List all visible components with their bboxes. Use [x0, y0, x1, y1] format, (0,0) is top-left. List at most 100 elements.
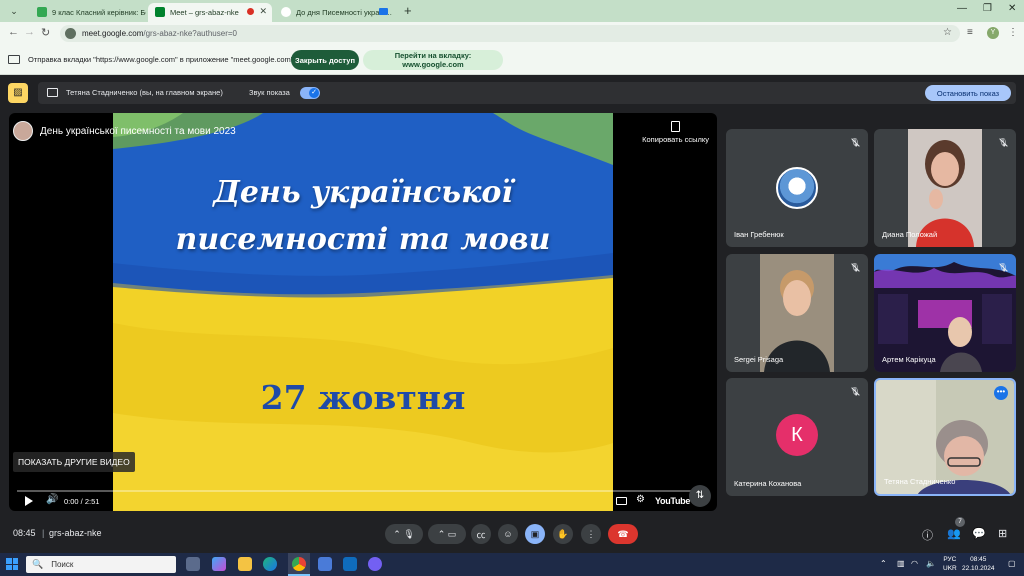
- video-progress-bar[interactable]: [17, 490, 697, 492]
- browser-tab[interactable]: 9 клас Класний керівник: Бойч...: [30, 3, 146, 22]
- participant-avatar: [776, 167, 818, 209]
- volume-icon[interactable]: 🔊: [46, 494, 58, 505]
- media-controls-icon[interactable]: ≡: [967, 27, 973, 38]
- lang-top: РУС: [943, 556, 957, 563]
- participant-tile[interactable]: 🎙 К Катерина Коханова: [726, 378, 868, 496]
- minimize-icon[interactable]: —: [957, 3, 967, 14]
- subtitles-icon[interactable]: [616, 497, 627, 505]
- participant-name: Іван Гребенюк: [734, 230, 784, 239]
- back-icon[interactable]: ←: [8, 26, 19, 38]
- participant-tile[interactable]: 🎙 Sergei Prisaga: [726, 254, 868, 372]
- captions-button[interactable]: ㏄: [471, 524, 491, 544]
- participant-tile[interactable]: 🎙 Артем Карікуца: [874, 254, 1016, 372]
- tray-chevron-icon[interactable]: ⌃: [880, 559, 887, 568]
- chrome-icon[interactable]: [292, 557, 306, 571]
- url-path: /grs-abaz-nke?authuser=0: [143, 29, 237, 38]
- participant-tile-self[interactable]: ••• Тетяна Стадниченко: [874, 378, 1016, 496]
- video-title[interactable]: День української писемності та мови 2023: [40, 126, 236, 137]
- activities-icon[interactable]: ⊞: [998, 527, 1007, 540]
- people-icon[interactable]: 👥: [947, 527, 961, 540]
- chevron-up-icon: ⌃: [393, 528, 401, 539]
- classroom-favicon-icon: [37, 7, 47, 17]
- network-icon[interactable]: ▥: [897, 559, 905, 568]
- language-indicator[interactable]: РУС UKR: [943, 555, 957, 573]
- sound-label: Звук показа: [249, 88, 290, 97]
- new-tab-icon[interactable]: +: [404, 3, 412, 18]
- present-button[interactable]: ▣: [525, 524, 545, 544]
- play-icon[interactable]: [25, 496, 33, 506]
- sound-toggle[interactable]: ✓: [300, 87, 320, 99]
- file-explorer-icon[interactable]: [238, 557, 252, 571]
- settings-gear-icon[interactable]: ⚙: [636, 494, 645, 505]
- mic-icon: 🎙: [403, 528, 415, 539]
- meeting-clock: 08:45: [13, 528, 36, 538]
- browser-tab[interactable]: До дня Писемності україн...: [274, 3, 394, 22]
- chat-icon[interactable]: 💬: [972, 527, 986, 540]
- viber-icon[interactable]: [368, 557, 382, 571]
- site-info-icon[interactable]: [65, 28, 76, 39]
- bookmark-star-icon[interactable]: ☆: [943, 27, 952, 38]
- banner-line-1: День української: [213, 175, 513, 210]
- stop-access-button[interactable]: Закрыть доступ: [291, 50, 359, 70]
- meeting-control-bar: 08:45 | grs-abaz-nke ⌃ 🎙 ⌃ ▭ ㏄ ☺ ▣ ✋ ⋮ ☎…: [0, 515, 1024, 553]
- mic-button[interactable]: ⌃ 🎙: [385, 524, 423, 544]
- copy-icon: [671, 121, 681, 132]
- mic-off-icon: 🎙: [998, 263, 1009, 272]
- info-icon[interactable]: ⓘ: [922, 527, 933, 543]
- task-view-icon[interactable]: [186, 557, 200, 571]
- google-favicon-icon: [281, 7, 291, 17]
- end-call-button[interactable]: ☎: [608, 524, 638, 544]
- close-window-icon[interactable]: ✕: [1008, 3, 1016, 14]
- edge-icon[interactable]: [263, 557, 277, 571]
- copilot-icon[interactable]: [212, 557, 226, 571]
- sharing-message: Отправка вкладки "https://www.google.com…: [28, 55, 300, 64]
- reload-icon[interactable]: ↻: [41, 26, 50, 39]
- banner-title: День української писемності та мови: [113, 169, 613, 263]
- search-icon: 🔍: [32, 559, 44, 569]
- end-call-icon: ☎: [617, 528, 629, 539]
- menu-icon[interactable]: ⋮: [1008, 27, 1018, 38]
- captions-icon: ㏄: [476, 529, 486, 540]
- url-field[interactable]: meet.google.com/grs-abaz-nke?authuser=0 …: [60, 25, 960, 42]
- presenter-bar: ▨ Тетяна Стадниченко (вы, на главном экр…: [0, 78, 1024, 108]
- tab-search-icon[interactable]: ⌄: [6, 4, 22, 18]
- banner-date: 27 жовтня: [260, 378, 466, 417]
- stop-presenting-button[interactable]: Остановить показ: [925, 85, 1011, 101]
- raise-hand-button[interactable]: ✋: [553, 524, 573, 544]
- participant-tile[interactable]: 🎙 Іван Гребенюк: [726, 129, 868, 247]
- tab-sharing-infobar: Отправка вкладки "https://www.google.com…: [0, 45, 1024, 75]
- profile-avatar[interactable]: Y: [987, 27, 999, 39]
- copy-link-button[interactable]: Копировать ссылку: [642, 121, 709, 144]
- more-videos-button[interactable]: ПОКАЗАТЬ ДРУГИЕ ВИДЕО: [13, 452, 135, 472]
- tab-title: 9 клас Класний керівник: Бойч...: [52, 8, 146, 17]
- outlook-icon[interactable]: [343, 557, 357, 571]
- taskbar-search-box[interactable]: 🔍 Поиск: [26, 556, 176, 573]
- camera-button[interactable]: ⌃ ▭: [428, 524, 466, 544]
- youtube-logo[interactable]: YouTube: [655, 496, 690, 506]
- swap-layout-icon[interactable]: ⇅: [689, 485, 711, 507]
- shared-video[interactable]: День української писемності та мови 2023…: [9, 113, 717, 511]
- forward-icon[interactable]: →: [24, 26, 35, 38]
- more-options-button[interactable]: ⋮: [581, 524, 601, 544]
- emoji-button[interactable]: ☺: [498, 524, 518, 544]
- mic-off-icon: 🎙: [998, 138, 1009, 147]
- more-options-icon[interactable]: •••: [994, 386, 1008, 400]
- goto-tab-button[interactable]: Перейти на вкладку: www.google.com: [363, 50, 503, 70]
- restore-icon[interactable]: ❐: [983, 3, 992, 14]
- channel-avatar[interactable]: [13, 121, 33, 141]
- wifi-icon[interactable]: ◠: [911, 559, 918, 568]
- presentation-toggle-icon[interactable]: ▨: [8, 83, 28, 103]
- banner-line-2: писемності та мови: [175, 222, 551, 257]
- video-controls: 🔊 0:00 / 2:51 ⚙ YouTube: [9, 494, 717, 510]
- clock-time: 08:45: [970, 556, 987, 563]
- browser-tab-active[interactable]: Meet – grs-abaz-nke ✕: [148, 3, 272, 22]
- participant-count-badge: 7: [955, 517, 965, 527]
- notifications-icon[interactable]: ▢: [1008, 559, 1016, 568]
- participant-name: Тетяна Стадниченко: [884, 477, 956, 486]
- taskbar-clock[interactable]: 08:45 22.10.2024: [962, 555, 995, 573]
- participant-tile[interactable]: 🎙 Диана Положай: [874, 129, 1016, 247]
- close-tab-icon[interactable]: ✕: [259, 6, 267, 17]
- speaker-icon[interactable]: 🔈: [926, 559, 936, 568]
- store-icon[interactable]: [318, 557, 332, 571]
- windows-start-icon[interactable]: [6, 558, 18, 570]
